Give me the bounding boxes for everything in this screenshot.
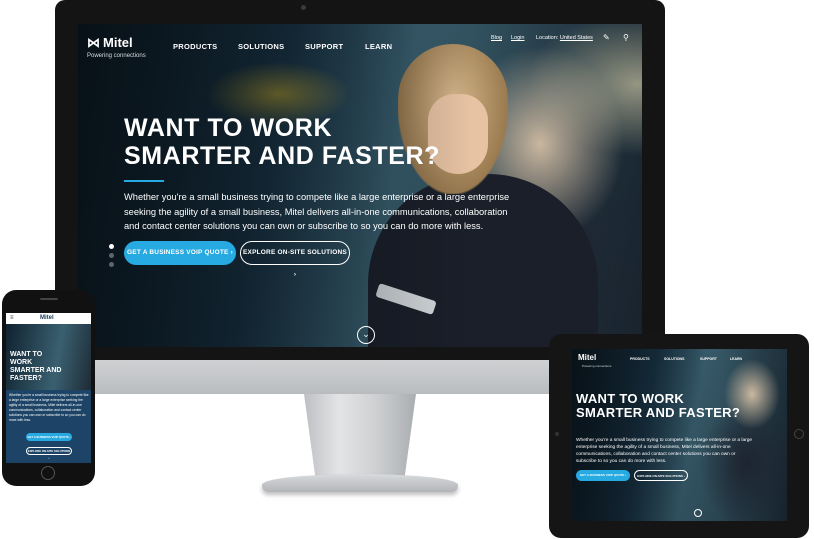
tablet-headline: WANT TO WORK SMARTER AND FASTER?: [576, 391, 741, 420]
tablet-nav-solutions[interactable]: SOLUTIONS: [664, 357, 684, 361]
mobile-screen: ≡ Mitel WANT TO WORK SMARTER AND FASTER?…: [6, 313, 91, 463]
mitel-logo-icon: ⋈: [87, 35, 100, 50]
tablet-screen: Mitel Powering connections PRODUCTS SOLU…: [572, 349, 787, 521]
desktop-screen: ⋈ Mitel Powering connections PRODUCTS SOL…: [78, 24, 642, 347]
tablet-hero-overlay: [572, 349, 787, 521]
explore-onsite-button[interactable]: EXPLORE ON-SITE SOLUTIONS ›: [240, 241, 350, 278]
util-location[interactable]: Location: United States: [536, 35, 593, 41]
phone-home-button: [41, 466, 55, 480]
carousel-dot-active[interactable]: [109, 244, 114, 249]
mobile-logo[interactable]: Mitel: [40, 315, 54, 321]
site-logo[interactable]: ⋈ Mitel Powering connections: [87, 34, 146, 59]
logo-wordmark: Mitel: [103, 35, 133, 50]
tablet-voip-quote-button[interactable]: GET A BUSINESS VOIP QUOTE ›: [576, 470, 630, 481]
monitor-stand-base: [262, 474, 458, 492]
tablet-home-button: [794, 429, 804, 439]
mobile-headline: WANT TO WORK SMARTER AND FASTER?: [10, 351, 62, 382]
carousel-dot[interactable]: [109, 253, 114, 258]
hero-paragraph: Whether you're a small business trying t…: [124, 192, 510, 231]
util-login-link[interactable]: Login: [511, 35, 524, 41]
tablet-nav-products[interactable]: PRODUCTS: [630, 357, 650, 361]
nav-solutions[interactable]: SOLUTIONS: [238, 42, 284, 51]
logo-tagline: Powering connections: [87, 53, 146, 59]
chevron-down-circle-icon[interactable]: ⌄: [357, 326, 375, 344]
carousel-dot[interactable]: [109, 262, 114, 267]
mobile-explore-onsite-button[interactable]: EXPLORE ON-SITE SOLUTIONS ›: [26, 447, 72, 460]
phone-speaker: [40, 298, 58, 300]
tablet-nav-support[interactable]: SUPPORT: [700, 357, 717, 361]
tablet-scroll-down-icon[interactable]: [694, 509, 702, 517]
mobile-paragraph: Whether you're a small business trying t…: [9, 393, 89, 422]
hero-overlay: [78, 24, 642, 347]
monitor-stand-neck: [304, 394, 416, 476]
tablet-explore-onsite-button[interactable]: EXPLORE ON-SITE SOLUTIONS ›: [634, 470, 688, 481]
search-icon[interactable]: ⚲: [623, 33, 629, 42]
tablet-camera: [555, 432, 559, 436]
headline-accent-rule: [124, 180, 164, 182]
pencil-icon[interactable]: ✎: [603, 33, 610, 42]
tablet-paragraph: Whether you're a small business trying t…: [576, 438, 753, 464]
tablet-logo-tagline: Powering connections: [582, 364, 612, 368]
hero-headline: WANT TO WORK SMARTER AND FASTER?: [124, 114, 441, 170]
mobile-voip-quote-button[interactable]: GET A BUSINESS VOIP QUOTE ›: [26, 433, 72, 441]
monitor-camera: [301, 5, 306, 10]
carousel-dots[interactable]: [109, 244, 114, 271]
nav-learn[interactable]: LEARN: [365, 42, 392, 51]
tablet-logo[interactable]: Mitel: [578, 353, 596, 362]
util-blog-link[interactable]: Blog: [491, 35, 502, 41]
nav-support[interactable]: SUPPORT: [305, 42, 343, 51]
hamburger-menu-icon[interactable]: ≡: [10, 315, 14, 321]
voip-quote-button[interactable]: GET A BUSINESS VOIP QUOTE ›: [124, 241, 236, 265]
tablet-nav-learn[interactable]: LEARN: [730, 357, 742, 361]
nav-products[interactable]: PRODUCTS: [173, 42, 218, 51]
